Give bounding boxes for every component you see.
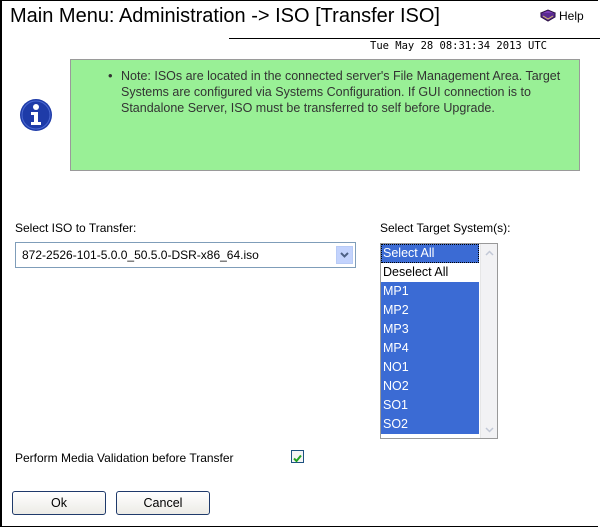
help-link[interactable]: Help xyxy=(540,9,584,23)
iso-select-dropdown[interactable]: 872-2526-101-5.0.0_50.5.0-DSR-x86_64.iso xyxy=(15,242,356,268)
media-validation-checkbox[interactable] xyxy=(291,450,304,463)
note-box: Note: ISOs are located in the connected … xyxy=(70,59,580,171)
target-option[interactable]: MP4 xyxy=(381,339,479,358)
timestamp: Tue May 28 08:31:34 2013 UTC xyxy=(370,40,548,52)
media-validation-label: Perform Media Validation before Transfer xyxy=(15,451,234,465)
target-option[interactable]: Deselect All xyxy=(381,263,479,282)
target-option[interactable]: MP2 xyxy=(381,301,479,320)
iso-select-label: Select ISO to Transfer: xyxy=(15,221,137,235)
target-option[interactable]: SO1 xyxy=(381,396,479,415)
target-system-listbox[interactable]: Select All Deselect All MP1 MP2 MP3 MP4 NO1 NO2… xyxy=(380,243,498,439)
header-divider xyxy=(229,38,600,39)
iso-select-value: 872-2526-101-5.0.0_50.5.0-DSR-x86_64.iso xyxy=(22,248,259,262)
chevron-down-icon[interactable] xyxy=(336,246,353,264)
target-option[interactable]: Select All xyxy=(381,244,479,263)
target-option[interactable]: NO1 xyxy=(381,358,479,377)
checkmark-icon xyxy=(293,454,302,463)
note-text: Note: ISOs are located in the connected … xyxy=(108,68,571,116)
target-system-options: Select All Deselect All MP1 MP2 MP3 MP4 NO1 NO2… xyxy=(381,244,479,434)
target-option[interactable]: MP3 xyxy=(381,320,479,339)
info-icon xyxy=(20,99,52,131)
target-select-label: Select Target System(s): xyxy=(380,221,511,235)
target-option[interactable]: MP1 xyxy=(381,282,479,301)
help-label[interactable]: Help xyxy=(559,9,584,23)
target-option[interactable]: NO2 xyxy=(381,377,479,396)
listbox-scrollbar[interactable] xyxy=(480,244,497,438)
page-title: Main Menu: Administration -> ISO [Transf… xyxy=(10,5,440,27)
target-option[interactable]: SO2 xyxy=(381,415,479,434)
help-book-icon xyxy=(540,9,556,22)
scroll-down-icon[interactable] xyxy=(482,422,497,437)
scroll-up-icon[interactable] xyxy=(482,245,497,260)
ok-button[interactable]: Ok xyxy=(12,491,106,515)
cancel-button[interactable]: Cancel xyxy=(116,491,210,515)
